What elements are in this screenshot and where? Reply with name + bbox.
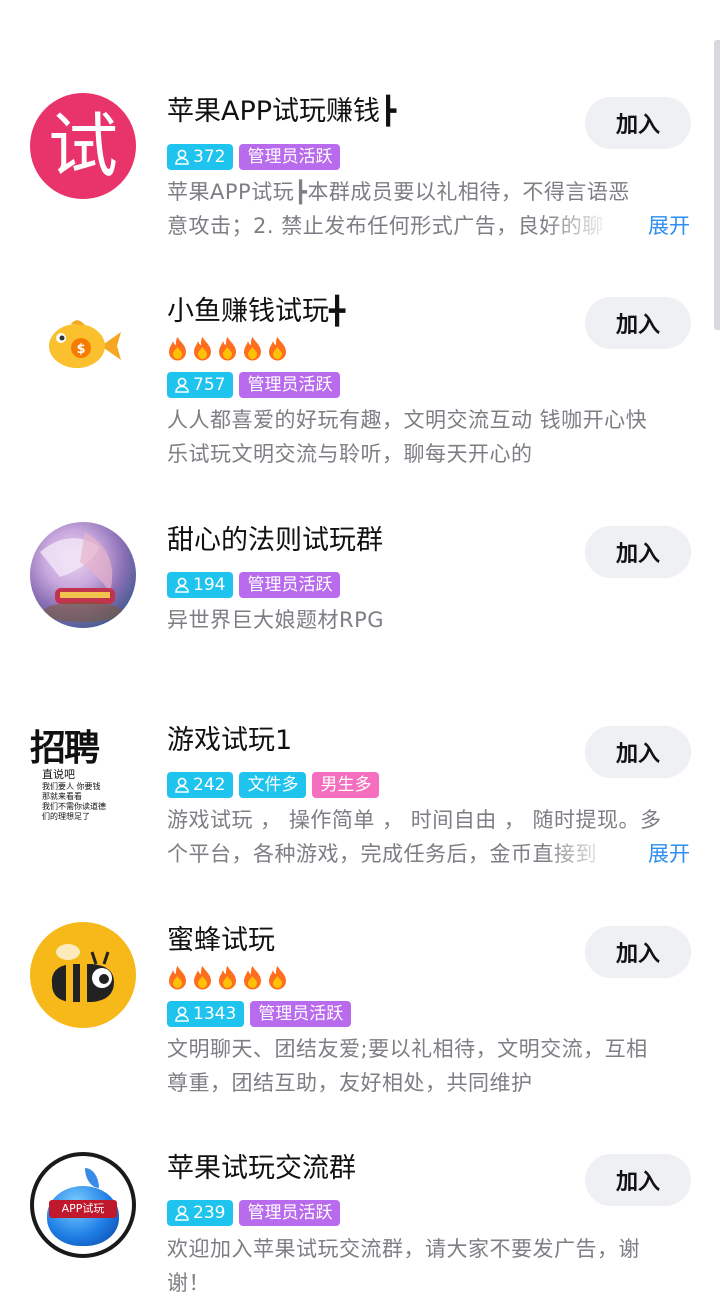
- group-description: 异世界巨大娘题材RPG: [167, 608, 385, 632]
- join-button[interactable]: 加入: [585, 726, 691, 778]
- apple-logo-icon: APP试玩: [43, 1162, 123, 1248]
- group-avatar: [30, 522, 136, 628]
- admin-active-badge: 管理员活跃: [239, 372, 341, 398]
- join-button[interactable]: 加入: [585, 97, 691, 149]
- group-description: 人人都喜爱的好玩有趣，文明交流互动 钱咖开心快 乐试玩文明交流与聆听，聊每天开心…: [167, 408, 648, 466]
- member-count-badge: 1343: [167, 1001, 245, 1027]
- group-name: 蜜蜂试玩: [167, 925, 275, 956]
- join-button[interactable]: 加入: [585, 926, 691, 978]
- group-avatar: 招聘 直说吧 我们要人 你要钱 那就来看看 我们不需你读道德 们的理想足了: [30, 722, 136, 828]
- group-name: 甜心的法则试玩群: [167, 525, 383, 556]
- member-count-badge: 372: [167, 144, 234, 170]
- group-tags: 242 文件多 男生多: [167, 772, 380, 798]
- fire-icon: [194, 337, 211, 361]
- bee-icon: [51, 944, 114, 1002]
- fire-icon: [169, 337, 186, 361]
- admin-active-badge: 管理员活跃: [250, 1001, 352, 1027]
- member-count-badge: 239: [167, 1200, 234, 1226]
- fire-icon: [219, 337, 236, 361]
- group-avatar: 试: [30, 93, 136, 199]
- fire-icon: [219, 966, 236, 990]
- group-description: 游戏试玩 ， 操作简单 ， 时间自由 ， 随时提现。多 个平台，各种游戏，完成任…: [167, 808, 662, 866]
- fish-icon: $: [49, 320, 121, 368]
- group-description: 苹果APP试玩┣本群成员要以礼相待，不得言语恶 意攻击；2. 禁止发布任何形式广…: [167, 180, 630, 238]
- expand-link[interactable]: 展开: [648, 837, 690, 871]
- person-icon: [175, 577, 189, 593]
- group-name: 小鱼赚钱试玩╋: [167, 296, 346, 327]
- member-count-badge: 242: [167, 772, 234, 798]
- person-icon: [175, 1006, 189, 1022]
- activity-rating: [166, 965, 289, 990]
- group-name: 苹果试玩交流群: [167, 1153, 356, 1184]
- fire-icon: [269, 966, 286, 990]
- member-count-badge: 194: [167, 572, 234, 598]
- fire-icon: [269, 337, 286, 361]
- group-avatar: [30, 922, 136, 1028]
- files-badge: 文件多: [239, 772, 307, 798]
- scrollbar[interactable]: [714, 40, 720, 330]
- member-count-badge: 757: [167, 372, 234, 398]
- group-name: 苹果APP试玩赚钱┣: [167, 96, 397, 127]
- join-button[interactable]: 加入: [585, 526, 691, 578]
- join-button[interactable]: 加入: [585, 297, 691, 349]
- fire-icon: [194, 966, 211, 990]
- group-tags: 757 管理员活跃: [167, 372, 341, 398]
- male-badge: 男生多: [312, 772, 380, 798]
- admin-active-badge: 管理员活跃: [239, 144, 341, 170]
- group-tags: 372 管理员活跃: [167, 144, 341, 170]
- activity-rating: [166, 336, 289, 361]
- admin-active-badge: 管理员活跃: [239, 1200, 341, 1226]
- group-avatar: $: [30, 293, 136, 399]
- group-description: 文明聊天、团结友爱;要以礼相待，文明交流，互相 尊重，团结互助，友好相处，共同维…: [167, 1037, 648, 1095]
- fire-icon: [244, 337, 261, 361]
- group-tags: 194 管理员活跃: [167, 572, 341, 598]
- group-tags: 239 管理员活跃: [167, 1200, 341, 1226]
- person-icon: [175, 377, 189, 393]
- group-tags: 1343 管理员活跃: [167, 1001, 352, 1027]
- fire-icon: [169, 966, 186, 990]
- expand-link[interactable]: 展开: [648, 209, 690, 243]
- group-avatar: APP试玩: [30, 1152, 136, 1258]
- anime-art-image: [40, 532, 123, 622]
- admin-active-badge: 管理员活跃: [239, 572, 341, 598]
- fire-icon: [244, 966, 261, 990]
- person-icon: [175, 777, 189, 793]
- group-name: 游戏试玩1: [167, 725, 293, 756]
- group-description: 欢迎加入苹果试玩交流群，请大家不要发广告，谢 谢！: [167, 1237, 640, 1295]
- join-button[interactable]: 加入: [585, 1154, 691, 1206]
- person-icon: [175, 149, 189, 165]
- svg-text:$: $: [76, 342, 85, 357]
- person-icon: [175, 1205, 189, 1221]
